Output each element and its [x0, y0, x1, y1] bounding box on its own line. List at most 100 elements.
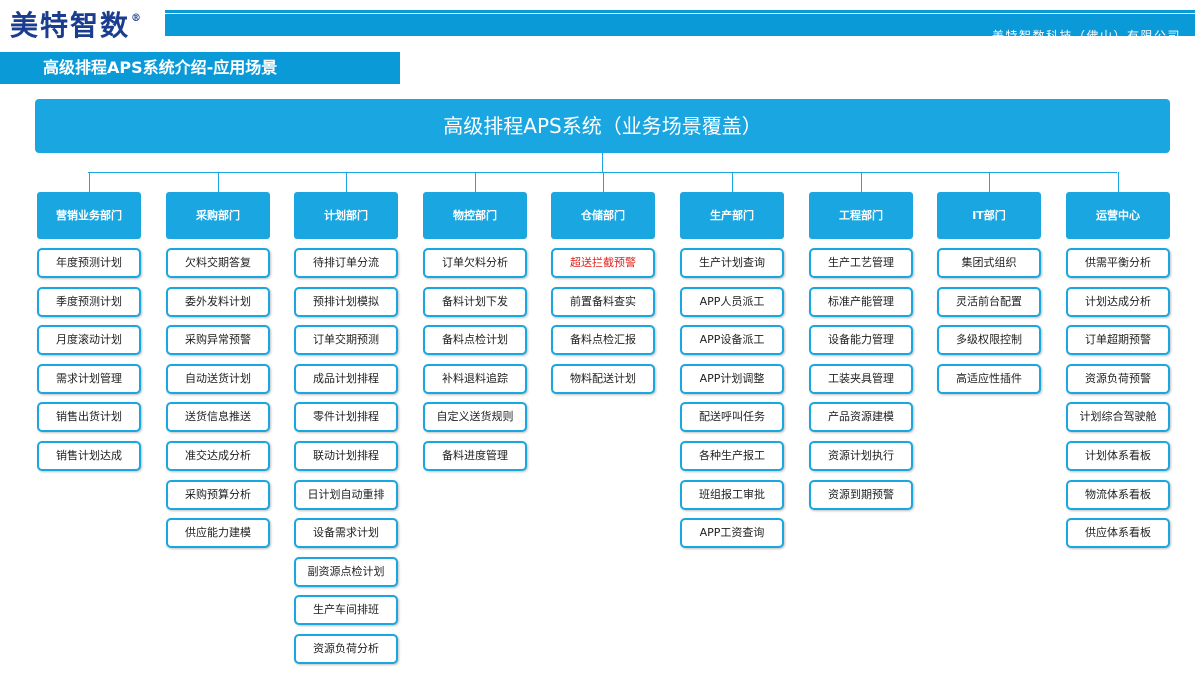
department-connector: [346, 172, 347, 192]
section-title: 高级排程APS系统介绍-应用场景: [0, 52, 400, 84]
department-header: 运营中心: [1066, 192, 1170, 239]
department-items: 生产工艺管理 标准产能管理 设备能力管理 工装夹具管理 产品资源建模 资源计划执行 资源到期…: [809, 248, 913, 510]
scenario-item: APP设备派工: [680, 325, 784, 356]
scenario-item: 订单超期预警: [1066, 325, 1170, 356]
department-items: 欠料交期答复 委外发料计划 采购异常预警 自动送货计划 送货信息推送 准交达成分析 采购预算…: [166, 248, 270, 549]
department-items: 生产计划查询 APP人员派工 APP设备派工 APP计划调整 配送呼叫任务 各种生产报工班…: [680, 248, 784, 549]
department-header: 仓储部门: [551, 192, 655, 239]
scenario-item: 资源负荷预警: [1066, 363, 1170, 394]
scenario-item: 资源到期预警: [809, 479, 913, 510]
department-column: 工程部门生产工艺管理 标准产能管理 设备能力管理 工装夹具管理 产品资源建模 资源计划执行…: [809, 192, 913, 518]
scenario-item: 物料配送计划: [551, 363, 655, 394]
scenario-item: 产品资源建模: [809, 402, 913, 433]
scenario-item: 供应能力建模: [166, 518, 270, 549]
department-column: 计划部门待排订单分流 预排计划模拟 订单交期预测 成品计划排程 零件计划排程 联动计划排程…: [294, 192, 398, 673]
scenario-item: 销售出货计划: [37, 402, 141, 433]
scenario-item: 委外发料计划: [166, 286, 270, 317]
department-header: 生产部门: [680, 192, 784, 239]
scenario-item: 年度预测计划: [37, 248, 141, 278]
scenario-item: 各种生产报工: [680, 440, 784, 471]
department-header: 物控部门: [423, 192, 527, 239]
scenario-item: APP计划调整: [680, 363, 784, 394]
scenario-item: 班组报工审批: [680, 479, 784, 510]
department-items: 待排订单分流 预排计划模拟 订单交期预测 成品计划排程 零件计划排程 联动计划排程 日计划自…: [294, 248, 398, 664]
scenario-item: APP工资查询: [680, 518, 784, 549]
scenario-item: 需求计划管理: [37, 363, 141, 394]
department-column: 生产部门 生产计划查询 APP人员派工 APP设备派工 APP计划调整 配送呼叫任务 各种生…: [680, 192, 784, 557]
department-column: 仓储部门超送拦截预警 前置备料查实 备料点检汇报 物料配送计划: [551, 192, 655, 402]
scenario-item: 供应体系看板: [1066, 518, 1170, 549]
scenario-item: 工装夹具管理: [809, 363, 913, 394]
scenario-item: 订单欠料分析: [423, 248, 527, 278]
scenario-item: 资源负荷分析: [294, 633, 398, 664]
scenario-item: 采购预算分析: [166, 479, 270, 510]
scenario-item: 销售计划达成: [37, 440, 141, 471]
scenario-item: 计划综合驾驶舱: [1066, 402, 1170, 433]
company-logo: 美特智数®: [10, 4, 143, 44]
department-header: 计划部门: [294, 192, 398, 239]
department-items: 供需平衡分析 计划达成分析 订单超期预警 资源负荷预警 计划综合驾驶舱 计划体系看板 物流体…: [1066, 248, 1170, 549]
scenario-item: 计划达成分析: [1066, 286, 1170, 317]
scenario-item: 前置备料查实: [551, 286, 655, 317]
department-header: 工程部门: [809, 192, 913, 239]
scenario-item: 标准产能管理: [809, 286, 913, 317]
department-items: 订单欠料分析 备料计划下发 备料点检计划 补料退料追踪 自定义送货规则 备料进度管理: [423, 248, 527, 471]
scenario-item: 计划体系看板: [1066, 440, 1170, 471]
scenario-item: 日计划自动重排: [294, 479, 398, 510]
department-items: 集团式组织灵活前台配置 多级权限控制 高适应性插件: [937, 248, 1041, 394]
department-column: IT部门集团式组织灵活前台配置 多级权限控制 高适应性插件: [937, 192, 1041, 402]
scenario-item: 生产车间排班: [294, 595, 398, 626]
scenario-item: 物流体系看板: [1066, 479, 1170, 510]
scenario-item: 资源计划执行: [809, 440, 913, 471]
department-connector: [475, 172, 476, 192]
scenario-item: 配送呼叫任务: [680, 402, 784, 433]
department-connector: [861, 172, 862, 192]
department-connector: [603, 172, 604, 192]
department-column: 采购部门欠料交期答复 委外发料计划 采购异常预警 自动送货计划 送货信息推送 准交达成分析…: [166, 192, 270, 557]
department-connector: [989, 172, 990, 192]
scenario-item: 零件计划排程: [294, 402, 398, 433]
scenario-item: 备料计划下发: [423, 286, 527, 317]
scenario-item: 补料退料追踪: [423, 363, 527, 394]
department-header: IT部门: [937, 192, 1041, 239]
scenario-item: 高适应性插件: [937, 363, 1041, 394]
scenario-item: 备料点检计划: [423, 325, 527, 356]
department-items: 超送拦截预警 前置备料查实 备料点检汇报 物料配送计划: [551, 248, 655, 394]
department-column: 物控部门订单欠料分析 备料计划下发 备料点检计划 补料退料追踪 自定义送货规则 备料进度管…: [423, 192, 527, 480]
department-column: 营销业务部门年度预测计划 季度预测计划 月度滚动计划 需求计划管理 销售出货计划 销售计划…: [37, 192, 141, 480]
scenario-item: 准交达成分析: [166, 440, 270, 471]
scenario-item: 成品计划排程: [294, 363, 398, 394]
scenario-item: 集团式组织: [937, 248, 1041, 278]
department-items: 年度预测计划 季度预测计划 月度滚动计划 需求计划管理 销售出货计划 销售计划达成: [37, 248, 141, 471]
company-name-en: Foshan Instant Intelligent System Co., L…: [1009, 41, 1181, 49]
department-header: 采购部门: [166, 192, 270, 239]
scenario-item: 备料点检汇报: [551, 325, 655, 356]
scenario-item: 备料进度管理: [423, 440, 527, 471]
scenario-item: 联动计划排程: [294, 440, 398, 471]
scenario-item: 灵活前台配置: [937, 286, 1041, 317]
scenario-item: 订单交期预测: [294, 325, 398, 356]
department-connector: [732, 172, 733, 192]
scenario-item: 采购异常预警: [166, 325, 270, 356]
scenario-item: 待排订单分流: [294, 248, 398, 278]
scenario-item: 预排计划模拟: [294, 286, 398, 317]
registered-mark: ®: [131, 12, 144, 24]
department-header: 营销业务部门: [37, 192, 141, 239]
department-connector: [218, 172, 219, 192]
root-connector: [602, 153, 603, 172]
scenario-item: 自定义送货规则: [423, 402, 527, 433]
scenario-item: APP人员派工: [680, 286, 784, 317]
scenario-item: 设备需求计划: [294, 518, 398, 549]
scenario-item: 月度滚动计划: [37, 325, 141, 356]
scenario-item: 欠料交期答复: [166, 248, 270, 278]
scenario-item: 多级权限控制: [937, 325, 1041, 356]
scenario-item: 自动送货计划: [166, 363, 270, 394]
scenario-item: 生产工艺管理: [809, 248, 913, 278]
header-accent-line: [165, 10, 1195, 13]
scenario-item: 副资源点检计划: [294, 556, 398, 587]
department-column: 运营中心供需平衡分析 计划达成分析 订单超期预警 资源负荷预警 计划综合驾驶舱 计划体系看…: [1066, 192, 1170, 557]
department-connector: [1118, 172, 1119, 192]
scenario-item: 设备能力管理: [809, 325, 913, 356]
scenario-item: 季度预测计划: [37, 286, 141, 317]
header-bar: 美特智数科技（佛山）有限公司 Foshan Instant Intelligen…: [165, 14, 1195, 49]
